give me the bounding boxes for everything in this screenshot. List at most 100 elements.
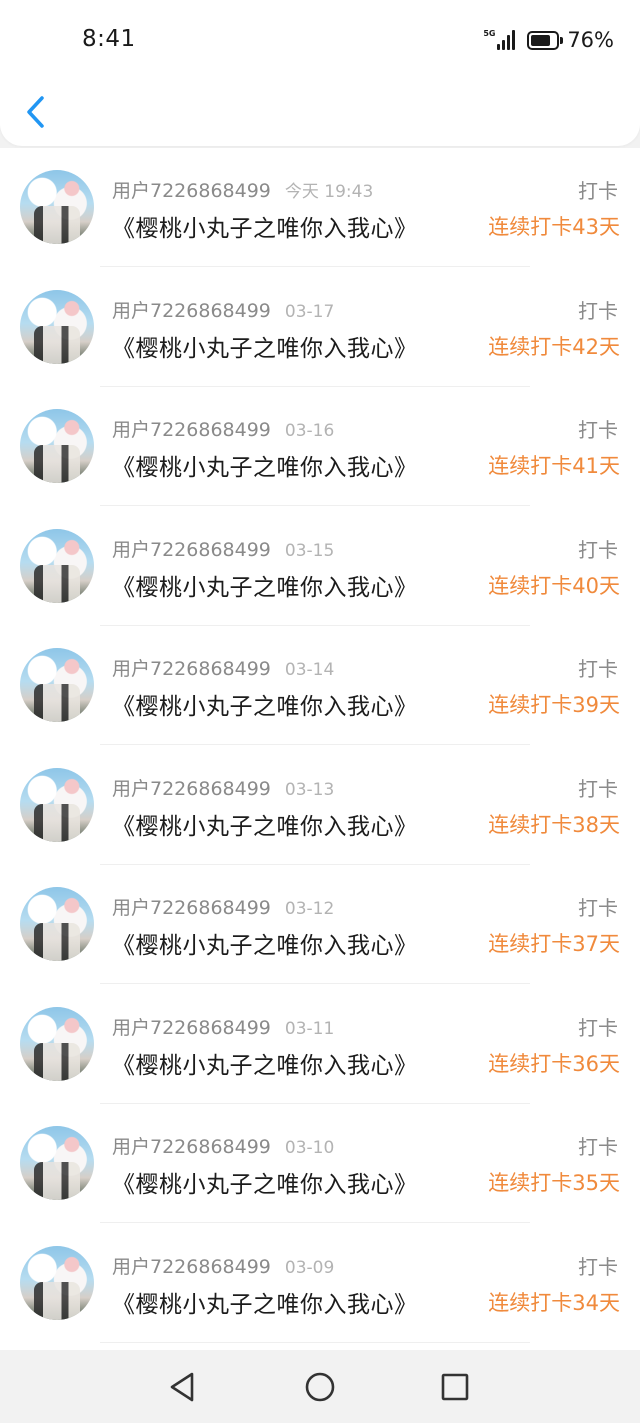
checkin-meta: 用户7226868499 03-11 (112, 1013, 334, 1040)
avatar[interactable] (20, 290, 94, 364)
avatar[interactable] (20, 1246, 94, 1320)
avatar[interactable] (20, 887, 94, 961)
book-title[interactable]: 《樱桃小丸子之唯你入我心》 (112, 209, 418, 243)
checkin-action: 打卡 (578, 1255, 618, 1279)
user-name[interactable]: 用户7226868499 (112, 658, 271, 680)
row-divider (100, 1342, 530, 1343)
system-home-button[interactable] (299, 1366, 341, 1408)
checkin-date: 今天 19:43 (284, 182, 374, 202)
checkin-meta: 用户7226868499 03-14 (112, 654, 334, 681)
avatar[interactable] (20, 409, 94, 483)
checkin-row[interactable]: 用户7226868499 03-13 《樱桃小丸子之唯你入我心》 打卡 连续打卡3… (0, 746, 640, 865)
user-name[interactable]: 用户7226868499 (112, 897, 271, 919)
row-divider (100, 744, 530, 745)
row-divider (100, 1222, 530, 1223)
user-name[interactable]: 用户7226868499 (112, 180, 271, 202)
checkin-action: 打卡 (578, 299, 618, 323)
streak-count: 连续打卡35天 (488, 1171, 620, 1195)
square-recents-icon (441, 1373, 469, 1401)
checkin-action: 打卡 (578, 179, 618, 203)
chevron-left-icon (27, 96, 44, 128)
row-divider (100, 266, 530, 267)
checkin-date: 03-09 (284, 1258, 335, 1278)
triangle-back-icon (170, 1372, 194, 1402)
back-button[interactable] (18, 90, 54, 134)
row-divider (100, 983, 530, 984)
checkin-row[interactable]: 用户7226868499 今天 19:43 《樱桃小丸子之唯你入我心》 打卡 连续… (0, 148, 640, 267)
checkin-action: 打卡 (578, 418, 618, 442)
checkin-action: 打卡 (578, 1135, 618, 1159)
book-title[interactable]: 《樱桃小丸子之唯你入我心》 (112, 687, 418, 721)
streak-count: 连续打卡38天 (488, 813, 620, 837)
user-name[interactable]: 用户7226868499 (112, 1256, 271, 1278)
checkin-meta: 用户7226868499 03-15 (112, 535, 334, 562)
header-card: 8:41 5G 76% (0, 0, 640, 146)
checkin-date: 03-13 (284, 780, 335, 800)
checkin-row[interactable]: 用户7226868499 03-10 《樱桃小丸子之唯你入我心》 打卡 连续打卡3… (0, 1104, 640, 1223)
book-title[interactable]: 《樱桃小丸子之唯你入我心》 (112, 807, 418, 841)
book-title[interactable]: 《樱桃小丸子之唯你入我心》 (112, 329, 418, 363)
system-nav-bar (0, 1350, 640, 1423)
checkin-meta: 用户7226868499 03-17 (112, 296, 334, 323)
checkin-row[interactable]: 用户7226868499 03-09 《樱桃小丸子之唯你入我心》 打卡 连续打卡3… (0, 1224, 640, 1343)
checkin-action: 打卡 (578, 538, 618, 562)
status-indicators: 5G 76% (483, 26, 614, 54)
checkin-date: 03-14 (284, 660, 335, 680)
checkin-meta: 用户7226868499 今天 19:43 (112, 176, 373, 203)
user-name[interactable]: 用户7226868499 (112, 300, 271, 322)
streak-count: 连续打卡36天 (488, 1052, 620, 1076)
checkin-action: 打卡 (578, 1016, 618, 1040)
book-title[interactable]: 《樱桃小丸子之唯你入我心》 (112, 926, 418, 960)
avatar[interactable] (20, 1007, 94, 1081)
streak-count: 连续打卡37天 (488, 932, 620, 956)
streak-count: 连续打卡42天 (488, 335, 620, 359)
checkin-meta: 用户7226868499 03-13 (112, 774, 334, 801)
avatar[interactable] (20, 170, 94, 244)
streak-count: 连续打卡34天 (488, 1291, 620, 1315)
checkin-row[interactable]: 用户7226868499 03-11 《樱桃小丸子之唯你入我心》 打卡 连续打卡3… (0, 985, 640, 1104)
book-title[interactable]: 《樱桃小丸子之唯你入我心》 (112, 448, 418, 482)
battery-icon (527, 30, 564, 50)
checkin-meta: 用户7226868499 03-16 (112, 415, 334, 442)
checkin-date: 03-16 (284, 421, 335, 441)
user-name[interactable]: 用户7226868499 (112, 1017, 271, 1039)
checkin-date: 03-12 (284, 899, 335, 919)
user-name[interactable]: 用户7226868499 (112, 419, 271, 441)
system-recents-button[interactable] (434, 1366, 476, 1408)
checkin-row[interactable]: 用户7226868499 03-15 《樱桃小丸子之唯你入我心》 打卡 连续打卡4… (0, 507, 640, 626)
checkin-date: 03-10 (284, 1138, 335, 1158)
checkin-action: 打卡 (578, 896, 618, 920)
streak-count: 连续打卡43天 (488, 215, 620, 239)
checkin-date: 03-15 (284, 541, 335, 561)
row-divider (100, 505, 530, 506)
book-title[interactable]: 《樱桃小丸子之唯你入我心》 (112, 1285, 418, 1319)
avatar[interactable] (20, 529, 94, 603)
streak-count: 连续打卡39天 (488, 693, 620, 717)
checkin-row[interactable]: 用户7226868499 03-17 《樱桃小丸子之唯你入我心》 打卡 连续打卡4… (0, 268, 640, 387)
circle-home-icon (305, 1372, 335, 1402)
avatar[interactable] (20, 768, 94, 842)
user-name[interactable]: 用户7226868499 (112, 778, 271, 800)
avatar[interactable] (20, 1126, 94, 1200)
network-label: 5G (483, 29, 496, 38)
user-name[interactable]: 用户7226868499 (112, 1136, 271, 1158)
book-title[interactable]: 《樱桃小丸子之唯你入我心》 (112, 568, 418, 602)
book-title[interactable]: 《樱桃小丸子之唯你入我心》 (112, 1165, 418, 1199)
checkin-meta: 用户7226868499 03-09 (112, 1252, 334, 1279)
checkin-row[interactable]: 用户7226868499 03-16 《樱桃小丸子之唯你入我心》 打卡 连续打卡4… (0, 387, 640, 506)
streak-count: 连续打卡41天 (488, 454, 620, 478)
system-back-button[interactable] (161, 1366, 203, 1408)
checkin-row[interactable]: 用户7226868499 03-12 《樱桃小丸子之唯你入我心》 打卡 连续打卡3… (0, 865, 640, 984)
avatar[interactable] (20, 648, 94, 722)
signal-icon: 5G (483, 28, 516, 52)
checkin-action: 打卡 (578, 657, 618, 681)
book-title[interactable]: 《樱桃小丸子之唯你入我心》 (112, 1046, 418, 1080)
checkin-date: 03-17 (284, 302, 335, 322)
checkin-row[interactable]: 用户7226868499 03-14 《樱桃小丸子之唯你入我心》 打卡 连续打卡3… (0, 626, 640, 745)
checkin-list: 用户7226868499 今天 19:43 《樱桃小丸子之唯你入我心》 打卡 连续… (0, 148, 640, 1350)
checkin-date: 03-11 (284, 1019, 335, 1039)
user-name[interactable]: 用户7226868499 (112, 539, 271, 561)
checkin-meta: 用户7226868499 03-10 (112, 1132, 334, 1159)
battery-percent: 76% (567, 28, 614, 52)
checkin-action: 打卡 (578, 777, 618, 801)
